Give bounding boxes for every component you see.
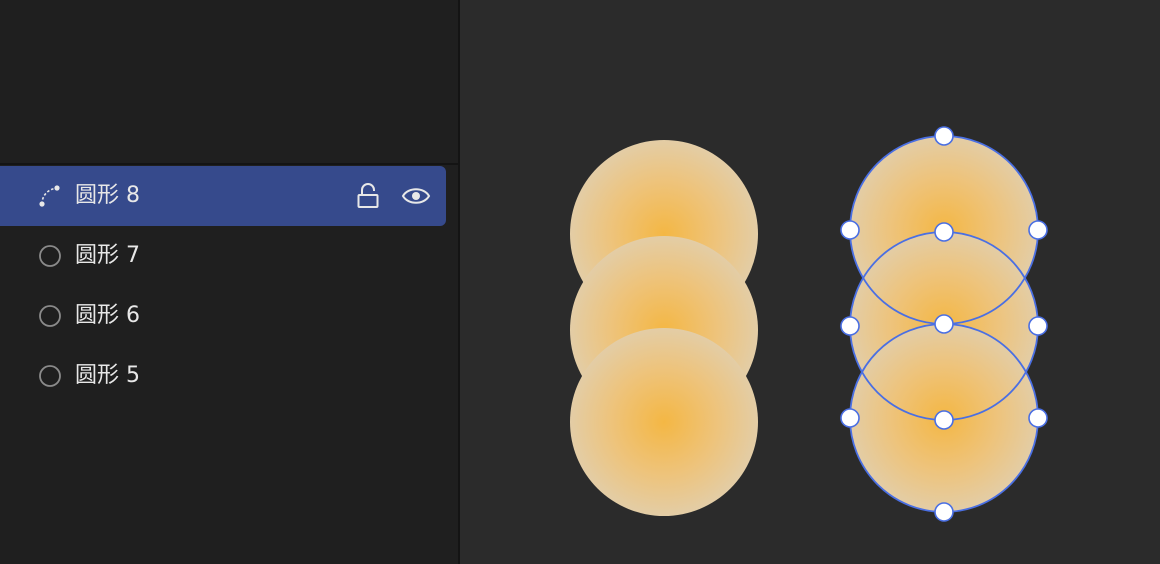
anchor-handle[interactable]: [934, 410, 954, 430]
circle-group-left[interactable]: [570, 140, 758, 516]
app-window: 圆形 8 圆形 7 圆形 6 圆形 5: [0, 0, 1160, 564]
layer-row-circle-5[interactable]: 圆形 5: [0, 346, 446, 406]
anchor-handle[interactable]: [934, 502, 954, 522]
anchor-handle[interactable]: [934, 126, 954, 146]
anchor-handle[interactable]: [840, 220, 860, 240]
path-curve-icon: [39, 185, 60, 207]
layers-panel: 圆形 8 圆形 7 圆形 6 圆形 5: [0, 0, 458, 564]
anchor-handle[interactable]: [934, 222, 954, 242]
anchor-handle[interactable]: [840, 408, 860, 428]
anchor-handle[interactable]: [1028, 408, 1048, 428]
canvas-circle[interactable]: [570, 328, 758, 516]
canvas[interactable]: [460, 0, 1160, 564]
circle-outline-icon: [39, 245, 61, 267]
lock-open-icon[interactable]: [355, 182, 381, 210]
anchor-handle[interactable]: [1028, 220, 1048, 240]
layer-row-circle-8[interactable]: 圆形 8: [0, 166, 446, 226]
anchor-handle[interactable]: [1028, 316, 1048, 336]
circle-outline-icon: [39, 305, 61, 327]
canvas-artwork: [570, 126, 1048, 522]
layer-row-circle-6[interactable]: 圆形 6: [0, 286, 446, 346]
layer-label: 圆形 7: [75, 243, 140, 268]
eye-icon[interactable]: [401, 184, 431, 208]
layer-label: 圆形 5: [75, 363, 140, 388]
layer-row-circle-7[interactable]: 圆形 7: [0, 226, 446, 286]
anchor-handle[interactable]: [934, 314, 954, 334]
panel-divider-horizontal: [0, 163, 458, 165]
layer-label: 圆形 6: [75, 303, 140, 328]
circle-outline-icon: [39, 365, 61, 387]
layer-label: 圆形 8: [75, 183, 140, 208]
anchor-handle[interactable]: [840, 316, 860, 336]
